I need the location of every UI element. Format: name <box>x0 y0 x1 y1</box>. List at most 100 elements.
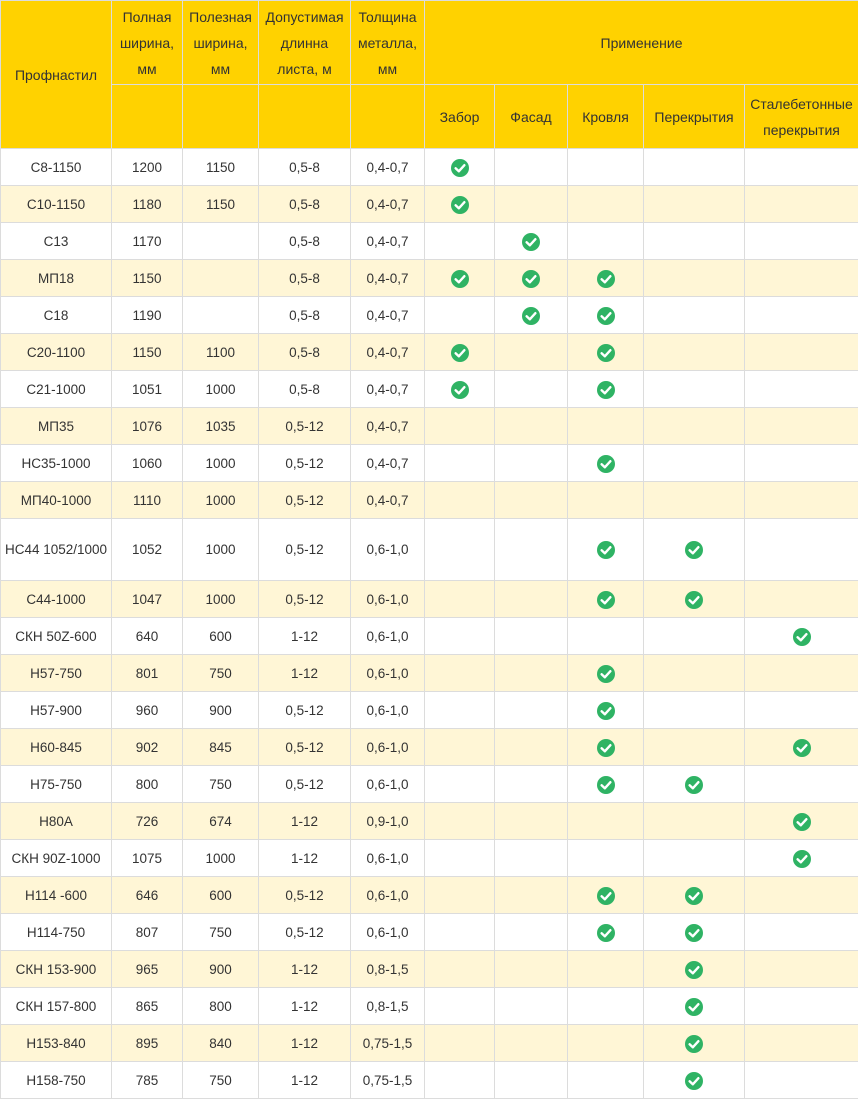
check-circle-icon <box>522 269 540 288</box>
header-full-width: Полная ширина, мм <box>111 0 183 85</box>
cell-length: 0,5-8 <box>258 222 351 260</box>
cell-use-roof <box>567 222 644 260</box>
cell-full-width: 1150 <box>111 333 183 371</box>
check-circle-icon <box>522 232 540 251</box>
cell-use-steel-concrete <box>743 481 858 519</box>
cell-use-floor <box>643 444 745 482</box>
cell-useful-width: 800 <box>182 987 259 1025</box>
cell-useful-width: 900 <box>182 950 259 988</box>
cell-use-floor <box>643 185 745 223</box>
cell-use-floor <box>643 333 745 371</box>
cell-use-roof <box>567 1061 644 1099</box>
header-blank <box>111 84 183 149</box>
header-profile: Профнастил <box>0 0 112 149</box>
cell-use-steel-concrete <box>743 370 858 408</box>
cell-use-floor <box>643 876 745 914</box>
cell-length: 0,5-12 <box>258 876 351 914</box>
table-row: С44-1000 1047 1000 0,5-12 0,6-1,0 <box>0 580 858 618</box>
table-row: НС35-1000 1060 1000 0,5-12 0,4-0,7 <box>0 444 858 482</box>
cell-useful-width <box>182 296 259 334</box>
cell-length: 0,5-12 <box>258 691 351 729</box>
cell-full-width: 646 <box>111 876 183 914</box>
cell-use-steel-concrete <box>743 617 858 655</box>
cell-length: 1-12 <box>258 950 351 988</box>
cell-use-roof <box>567 617 644 655</box>
cell-profile: СКН 90Z-1000 <box>0 839 112 877</box>
cell-use-fence <box>424 259 495 297</box>
cell-useful-width: 1035 <box>182 407 259 445</box>
table-row: Н114-750 807 750 0,5-12 0,6-1,0 <box>0 913 858 951</box>
cell-thickness: 0,8-1,5 <box>350 950 425 988</box>
check-circle-icon <box>596 343 615 362</box>
table-row: МП18 1150 0,5-8 0,4-0,7 <box>0 259 858 297</box>
cell-length: 0,5-12 <box>258 481 351 519</box>
cell-thickness: 0,6-1,0 <box>350 765 425 803</box>
cell-length: 0,5-8 <box>258 370 351 408</box>
cell-use-fence <box>424 518 495 581</box>
cell-full-width: 785 <box>111 1061 183 1099</box>
cell-thickness: 0,6-1,0 <box>350 580 425 618</box>
cell-use-fence <box>424 444 495 482</box>
header-use-steel-concrete-floor: Сталебетонные перекрытия <box>743 84 858 149</box>
cell-thickness: 0,6-1,0 <box>350 691 425 729</box>
cell-use-steel-concrete <box>743 518 858 581</box>
cell-use-roof <box>567 728 644 766</box>
cell-use-floor <box>643 839 745 877</box>
cell-length: 1-12 <box>258 1024 351 1062</box>
cell-thickness: 0,6-1,0 <box>350 876 425 914</box>
cell-length: 1-12 <box>258 987 351 1025</box>
cell-length: 0,5-12 <box>258 518 351 581</box>
cell-thickness: 0,4-0,7 <box>350 481 425 519</box>
cell-use-floor <box>643 617 745 655</box>
cell-length: 0,5-12 <box>258 407 351 445</box>
header-application: Применение <box>423 0 858 85</box>
check-circle-icon <box>685 1071 703 1090</box>
cell-useful-width: 1000 <box>182 370 259 408</box>
cell-use-fence <box>424 148 495 186</box>
cell-use-roof <box>567 333 644 371</box>
cell-useful-width: 900 <box>182 691 259 729</box>
cell-use-steel-concrete <box>743 654 858 692</box>
cell-use-floor <box>643 654 745 692</box>
cell-use-roof <box>567 691 644 729</box>
check-circle-icon <box>450 158 469 177</box>
check-circle-icon <box>685 1034 703 1053</box>
header-useful-width: Полезная ширина, мм <box>182 0 259 85</box>
cell-length: 0,5-12 <box>258 580 351 618</box>
cell-use-facade <box>494 444 568 482</box>
cell-use-fence <box>424 407 495 445</box>
check-circle-icon <box>450 343 469 362</box>
cell-use-facade <box>494 185 568 223</box>
check-circle-icon <box>596 738 615 757</box>
cell-profile: С10-1150 <box>0 185 112 223</box>
check-circle-icon <box>685 997 703 1016</box>
header-blank <box>350 84 425 149</box>
table-row: С20-1100 1150 1100 0,5-8 0,4-0,7 <box>0 333 858 371</box>
header-thickness: Толщина металла, мм <box>350 0 425 85</box>
cell-use-floor <box>643 802 745 840</box>
cell-useful-width: 1150 <box>182 185 259 223</box>
cell-profile: Н57-750 <box>0 654 112 692</box>
cell-useful-width: 600 <box>182 876 259 914</box>
check-circle-icon <box>450 195 469 214</box>
check-circle-icon <box>685 541 703 560</box>
cell-use-steel-concrete <box>743 580 858 618</box>
cell-use-roof <box>567 839 644 877</box>
cell-profile: МП40-1000 <box>0 481 112 519</box>
cell-use-steel-concrete <box>743 728 858 766</box>
cell-profile: НС35-1000 <box>0 444 112 482</box>
check-circle-icon <box>685 886 703 905</box>
cell-use-facade <box>494 1024 568 1062</box>
cell-useful-width: 750 <box>182 1061 259 1099</box>
cell-use-fence <box>424 913 495 951</box>
cell-use-roof <box>567 481 644 519</box>
cell-use-floor <box>643 259 745 297</box>
cell-useful-width: 845 <box>182 728 259 766</box>
cell-full-width: 1200 <box>111 148 183 186</box>
table-row: СКН 157-800 865 800 1-12 0,8-1,5 <box>0 987 858 1025</box>
cell-profile: МП35 <box>0 407 112 445</box>
cell-use-steel-concrete <box>743 333 858 371</box>
check-circle-icon <box>596 380 615 399</box>
cell-use-steel-concrete <box>743 1061 858 1099</box>
cell-useful-width: 1000 <box>182 839 259 877</box>
